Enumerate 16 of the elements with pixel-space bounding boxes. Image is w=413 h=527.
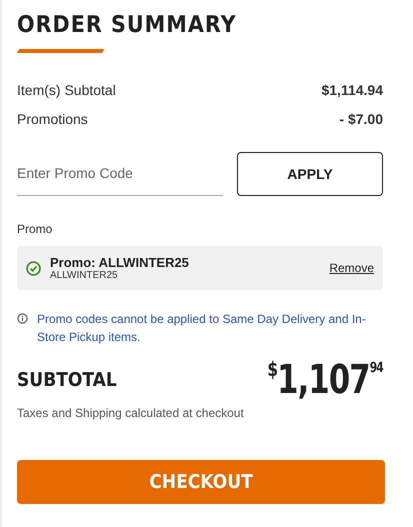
subtotal-label: SUBTOTAL [17, 369, 117, 391]
promo-label: Promo [17, 222, 54, 236]
remove-link[interactable]: Remove [329, 261, 374, 275]
info-icon [17, 313, 28, 324]
promo-code: ALLWINTER25 [50, 270, 119, 281]
tax-note: Taxes and Shipping calculated at checkout [17, 406, 245, 420]
promo-code-field[interactable]: Enter Promo Code [17, 157, 223, 196]
line-label: Item(s) Subtotal [17, 81, 116, 99]
section-title: ORDER SUMMARY [17, 11, 238, 40]
line-value: $1,114.94 [321, 81, 383, 99]
line-label: Promotions [17, 110, 88, 128]
promo-notice: Promo codes cannot be applied to Same Day Delivery and In-Store Pickup items. [37, 311, 367, 346]
promo-title: Promo: ALLWINTER25 [50, 255, 190, 270]
line-value: - $7.00 [339, 110, 383, 128]
apply-button[interactable]: APPLY [237, 152, 383, 196]
subtotal-price: $^{$}$1,107$^{94}$ [268, 358, 383, 402]
